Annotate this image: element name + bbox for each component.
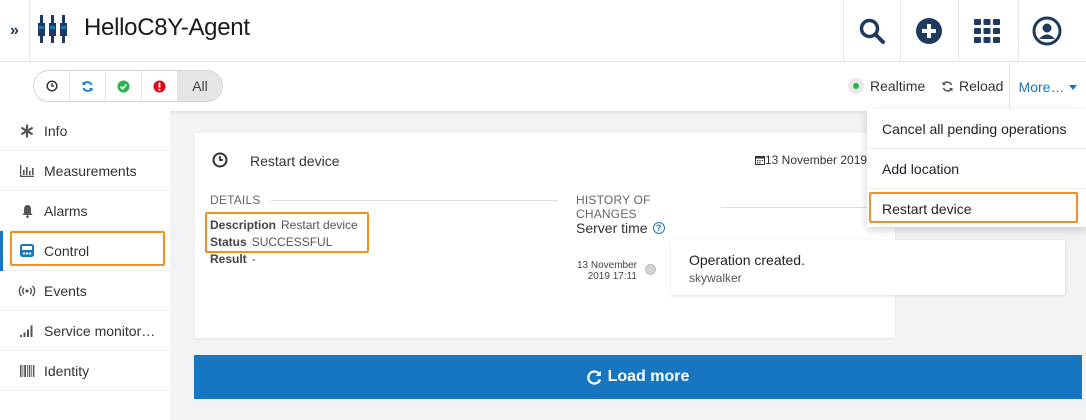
status-filter-group: All: [33, 70, 223, 102]
sidebar-item-service-monitoring[interactable]: Service monitor…: [0, 311, 170, 351]
history-entry: Operation created. skywalker: [671, 240, 1065, 295]
control-icon: [17, 243, 37, 258]
operation-date-text: 13 November 2019: [765, 153, 868, 167]
result-value: -: [251, 252, 256, 266]
app-window: » HelloC8Y-Agent All Realtime Reload Mor…: [0, 0, 1086, 420]
clock-icon: [45, 80, 58, 92]
server-time-label: Server time: [576, 220, 648, 236]
filter-pending-button[interactable]: [34, 71, 70, 101]
realtime-toggle[interactable]: Realtime: [848, 78, 925, 94]
timeline-dot-icon: [645, 264, 656, 275]
operation-card: Restart device 13 November 2019 DETAILS …: [195, 133, 1065, 338]
help-icon[interactable]: ?: [652, 222, 665, 234]
app-switcher-button[interactable]: [958, 0, 1015, 62]
description-value: Restart device: [281, 218, 358, 232]
operation-title: Restart device: [250, 153, 340, 169]
sidebar-item-info[interactable]: Info: [0, 111, 170, 151]
history-timestamp: 13 November 2019 17:11: [565, 260, 637, 282]
sidebar-item-label: Control: [44, 242, 90, 259]
sidebar-item-identity[interactable]: Identity: [0, 351, 170, 391]
check-icon: [117, 80, 130, 92]
history-date: 13 November: [576, 260, 637, 271]
result-row: Result -: [210, 252, 256, 266]
reload-icon: [942, 80, 953, 92]
caret-down-icon: [1069, 85, 1078, 90]
filter-all-button[interactable]: All: [178, 71, 222, 101]
signal-icon: [17, 324, 37, 337]
user-icon: [1032, 16, 1062, 46]
menu-item-cancel-pending[interactable]: Cancel all pending operations: [867, 109, 1086, 149]
app-title: HelloC8Y-Agent: [84, 14, 250, 41]
broadcast-icon: [17, 285, 37, 297]
history-time: 2019 17:11: [587, 271, 637, 282]
menu-item-add-location[interactable]: Add location: [867, 149, 1086, 189]
sidebar-item-label: Service monitor…: [44, 322, 156, 339]
search-icon: [859, 18, 885, 44]
add-icon: [916, 18, 942, 44]
sidebar-item-events[interactable]: Events: [0, 271, 170, 311]
details-header: DETAILS: [210, 193, 261, 207]
more-menu-button[interactable]: More…: [1009, 62, 1086, 111]
filter-executing-button[interactable]: [70, 71, 106, 101]
history-user: skywalker: [689, 271, 742, 285]
operation-date: 13 November 2019: [755, 153, 867, 167]
sidebar-item-alarms[interactable]: Alarms: [0, 191, 170, 231]
user-menu-button[interactable]: [1018, 0, 1075, 62]
realtime-status-icon: [848, 78, 864, 94]
sidebar-item-measurements[interactable]: Measurements: [0, 151, 170, 191]
details-section-header: DETAILS: [210, 193, 558, 207]
more-dropdown-menu: Cancel all pending operations Add locati…: [867, 109, 1086, 227]
barcode-icon: [17, 364, 37, 377]
sidebar-item-label: Events: [44, 282, 87, 299]
asterisk-icon: [17, 123, 37, 138]
description-label: Description: [210, 218, 277, 232]
more-label: More…: [1018, 78, 1065, 95]
clock-icon: [212, 152, 228, 173]
active-indicator: [0, 231, 3, 271]
add-button[interactable]: [900, 0, 957, 62]
status-label: Status: [210, 235, 247, 249]
search-button[interactable]: [843, 0, 900, 62]
calendar-icon: [755, 156, 765, 165]
realtime-label: Realtime: [870, 78, 926, 94]
history-message: Operation created.: [689, 252, 805, 268]
bar-chart-icon: [17, 164, 37, 178]
history-section-header: HISTORY OF CHANGES: [576, 193, 895, 221]
description-row: Description Restart device: [210, 218, 358, 232]
status-value: SUCCESSFUL: [251, 235, 333, 249]
bell-icon: [17, 204, 37, 218]
filter-failed-button[interactable]: [142, 71, 178, 101]
sidebar-item-label: Info: [44, 122, 68, 139]
history-header: HISTORY OF CHANGES: [576, 193, 651, 221]
device-sidebar: Info Measurements Alarms Control Events …: [0, 111, 170, 420]
reload-label: Reload: [959, 78, 1004, 94]
server-time-row: Server time?: [576, 220, 665, 236]
sidebar-item-control[interactable]: Control: [0, 231, 170, 271]
expand-icon: »: [10, 22, 19, 39]
result-label: Result: [210, 252, 247, 266]
reload-icon: [586, 369, 601, 385]
load-more-button[interactable]: Load more: [194, 355, 1082, 399]
app-grid-icon: [974, 19, 1000, 43]
error-icon: [153, 80, 166, 92]
expand-navigator-button[interactable]: »: [0, 0, 30, 62]
menu-item-restart-device[interactable]: Restart device: [867, 189, 1086, 229]
sidebar-item-label: Identity: [44, 362, 90, 379]
app-logo-icon: [36, 13, 72, 50]
sidebar-item-label: Alarms: [44, 202, 88, 219]
refresh-icon: [82, 80, 93, 92]
sidebar-item-label: Measurements: [44, 162, 137, 179]
reload-button[interactable]: Reload: [941, 78, 1003, 94]
filter-successful-button[interactable]: [106, 71, 142, 101]
top-bar: » HelloC8Y-Agent: [0, 0, 1086, 62]
load-more-label: Load more: [607, 368, 690, 385]
status-row: Status SUCCESSFUL: [210, 235, 332, 249]
action-bar: All Realtime Reload: [0, 62, 1086, 111]
